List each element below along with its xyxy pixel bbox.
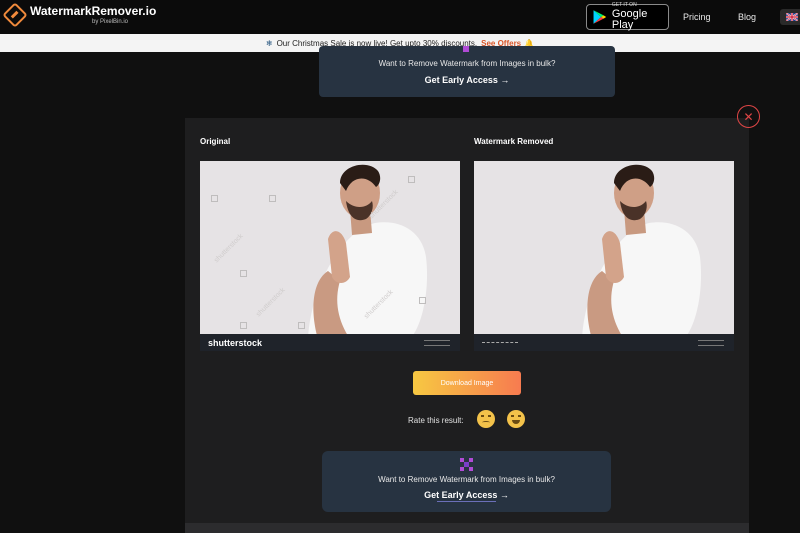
sad-face-icon[interactable]: [477, 410, 495, 428]
bulk-card-text: Want to Remove Watermark from Images in …: [378, 475, 555, 484]
google-play-icon: [593, 10, 607, 24]
nav-blog-link[interactable]: Blog: [738, 12, 756, 22]
uk-flag-icon[interactable]: [780, 9, 800, 25]
panel-footer: [185, 523, 749, 533]
gplay-big-label: Google Play: [611, 8, 648, 31]
brand-subtitle: by PixelBin.io: [92, 19, 129, 25]
watermark-mark: [269, 195, 276, 202]
cleaned-strip-id: [698, 340, 724, 346]
bulk-card-text: Want to Remove Watermark from Images in …: [378, 59, 556, 68]
watermark-strip: shutterstock: [200, 334, 460, 351]
download-image-button[interactable]: Download Image: [413, 371, 521, 395]
bulk-access-card-bottom: Want to Remove Watermark from Images in …: [322, 451, 611, 512]
brand-title: WatermarkRemover.io: [30, 4, 157, 18]
rate-result-label: Rate this result:: [408, 416, 464, 425]
portrait-photo-cleaned: [474, 161, 734, 351]
watermark-remover-logo-icon: [2, 2, 28, 28]
google-play-badge[interactable]: GET IT ON Google Play: [586, 3, 669, 31]
snowflake-icon: ❄: [265, 38, 273, 48]
cleaned-strip: [474, 334, 734, 351]
pixel-grid-icon: [463, 46, 469, 52]
watermark-mark: [240, 270, 247, 277]
watermark-removed-image: [474, 161, 734, 351]
bulk-access-card-top: Want to Remove Watermark from Images in …: [319, 46, 615, 97]
get-early-access-link[interactable]: Get Early Access →: [319, 75, 615, 85]
watermark-mark: [240, 322, 247, 329]
original-image: shutterstock shutterstock shutterstock s…: [200, 161, 460, 351]
watermark-mark: [419, 297, 426, 304]
happy-face-icon[interactable]: [507, 410, 525, 428]
watermark-removed-label: Watermark Removed: [474, 137, 554, 146]
brand-logo[interactable]: WatermarkRemover.io by PixelBin.io: [2, 2, 157, 28]
cta-underline: [437, 501, 496, 502]
portrait-photo: [200, 161, 460, 351]
watermark-mark: [408, 176, 415, 183]
top-navbar: WatermarkRemover.io by PixelBin.io GET I…: [0, 0, 800, 34]
watermark-logo-text: shutterstock: [208, 338, 263, 348]
watermark-strip-id: [424, 340, 450, 346]
pixel-grid-icon: [460, 458, 473, 471]
watermark-mark: [211, 195, 218, 202]
cleaned-strip-residue: [482, 342, 518, 345]
original-label: Original: [200, 137, 231, 146]
close-icon[interactable]: ✕: [737, 105, 760, 128]
nav-pricing-link[interactable]: Pricing: [683, 12, 711, 22]
watermark-mark: [298, 322, 305, 329]
get-early-access-link[interactable]: Get Early Access →: [322, 490, 611, 500]
